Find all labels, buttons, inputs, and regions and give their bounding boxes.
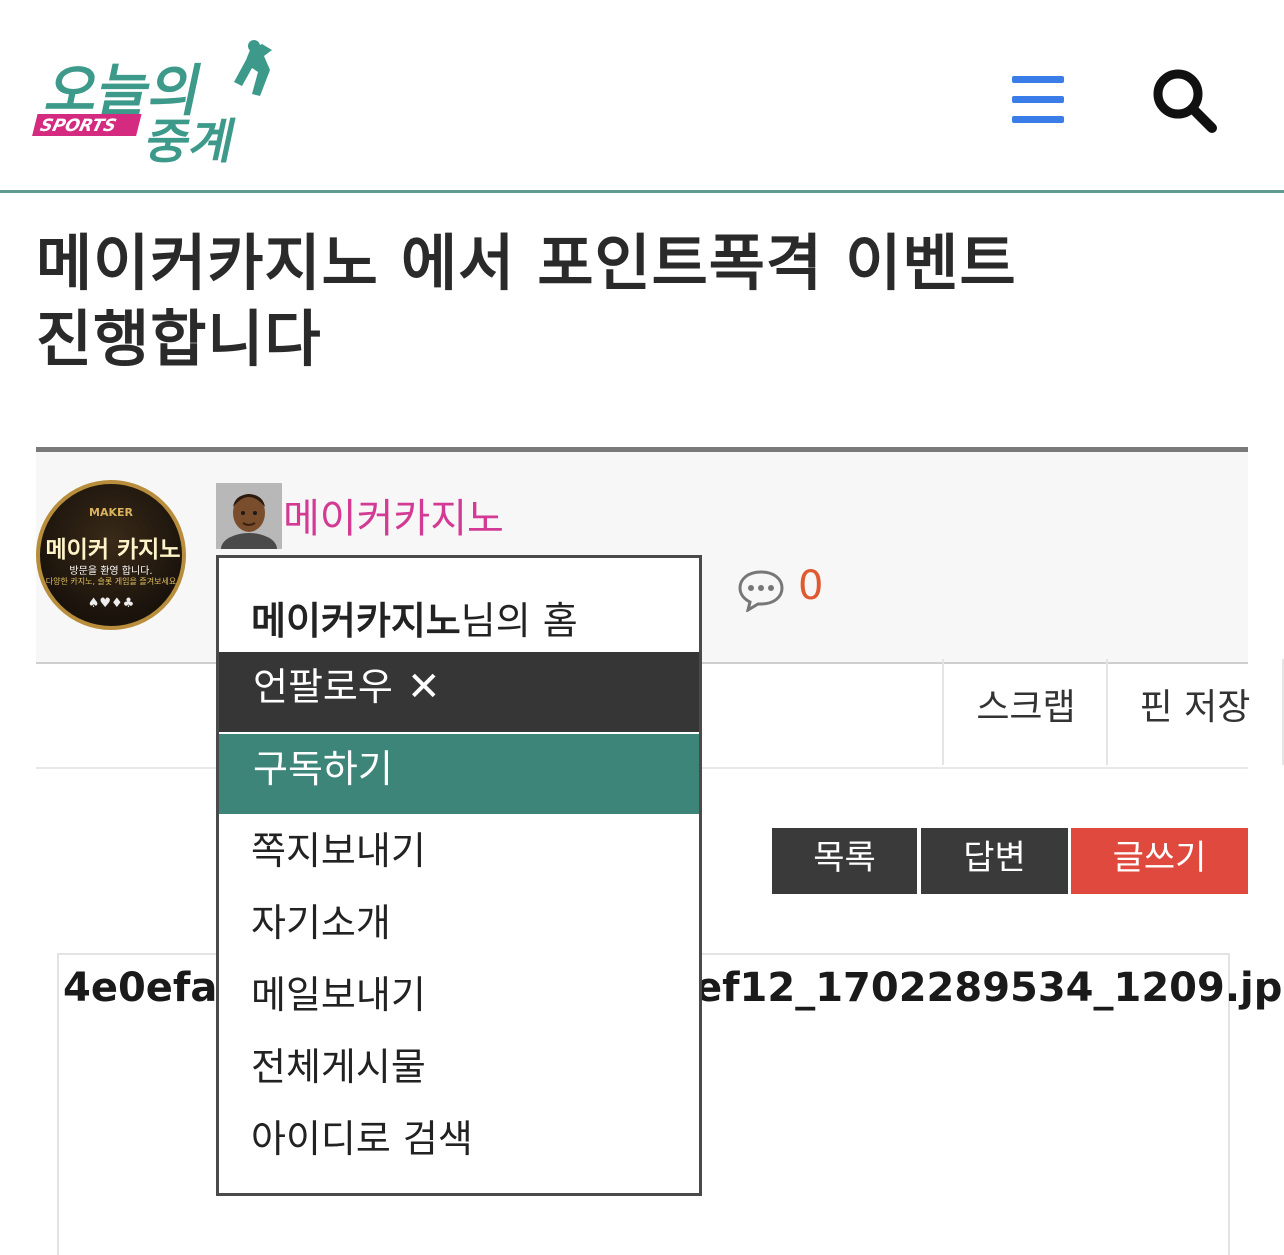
- player-head-icon: [248, 40, 260, 52]
- attachment-filename-end[interactable]: ef12_1702289534_1209.jpg: [695, 965, 1284, 1011]
- dropdown-home-name: 메이커카지노: [251, 599, 461, 643]
- subscribe-label: 구독하기: [253, 747, 393, 791]
- author-name[interactable]: 메이커카지노: [283, 486, 504, 544]
- profile-image-title: 메이커 카지노: [45, 537, 181, 563]
- menu-button[interactable]: [1008, 72, 1068, 126]
- profile-image-caption: 다양한 카지노, 슬롯 게임을 즐겨보세요: [45, 577, 177, 586]
- reply-button[interactable]: 답변: [921, 828, 1068, 894]
- site-header: 오늘의 중계 SPORTS: [0, 0, 1284, 193]
- list-button[interactable]: 목록: [772, 828, 917, 894]
- logo-graphic: 오늘의 중계 SPORTS: [32, 40, 272, 170]
- write-button[interactable]: 글쓰기: [1071, 828, 1248, 894]
- avatar[interactable]: [216, 483, 282, 549]
- author-menu-dropdown: 메이커카지노님의 홈 언팔로우 ✕ 구독하기 쪽지보내기 자기소개 메일보내기 …: [216, 555, 702, 1196]
- comment-icon: [736, 568, 786, 614]
- profile-image-cards: ♠♥♦♣: [87, 596, 135, 611]
- hamburger-icon: [1012, 76, 1064, 123]
- unfollow-label: 언팔로우: [253, 665, 393, 709]
- user-avatar-icon: [216, 483, 282, 549]
- all-posts-item[interactable]: 전체게시물: [251, 1036, 426, 1091]
- unfollow-button[interactable]: 언팔로우 ✕: [219, 652, 699, 732]
- search-icon: [1153, 69, 1217, 133]
- profile-image-subtitle: 방문을 환영 합니다.: [69, 566, 153, 577]
- search-button[interactable]: [1150, 66, 1220, 136]
- send-mail-item[interactable]: 메일보내기: [251, 964, 426, 1019]
- subscribe-button[interactable]: 구독하기: [219, 734, 699, 814]
- search-by-id-item[interactable]: 아이디로 검색: [251, 1108, 473, 1163]
- post-title: 메이커카지노 에서 포인트폭격 이벤트 진행합니다: [36, 228, 1017, 375]
- dropdown-home-suffix: 님의 홈: [460, 599, 578, 643]
- pin-save-button[interactable]: 핀 저장: [1106, 659, 1284, 765]
- scrap-button[interactable]: 스크랩: [942, 659, 1108, 765]
- logo-text-bottom: 중계: [140, 114, 240, 165]
- site-logo[interactable]: 오늘의 중계 SPORTS: [28, 40, 288, 170]
- profile-image-brand: MAKER: [89, 506, 133, 519]
- comment-count: 0: [798, 563, 824, 609]
- close-icon: ✕: [407, 664, 441, 710]
- self-intro-item[interactable]: 자기소개: [251, 892, 391, 947]
- send-message-item[interactable]: 쪽지보내기: [251, 820, 426, 875]
- logo-badge-text: SPORTS: [38, 116, 118, 136]
- dropdown-home-link[interactable]: 메이커카지노님의 홈: [251, 590, 578, 645]
- profile-image[interactable]: MAKER 메이커 카지노 방문을 환영 합니다. 다양한 카지노, 슬롯 게임…: [36, 480, 186, 630]
